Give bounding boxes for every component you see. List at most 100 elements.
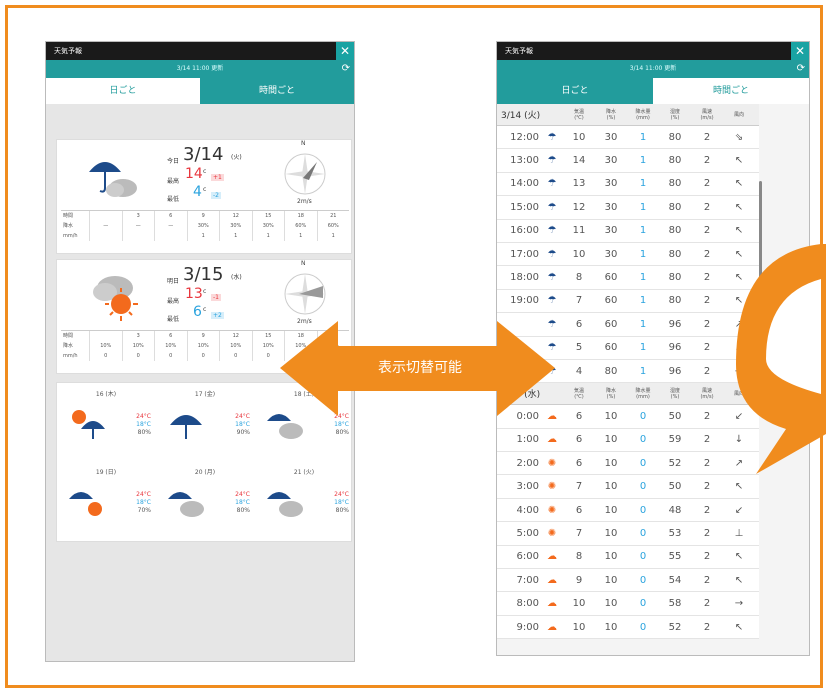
row-value: 80 <box>668 201 682 213</box>
wind-direction-icon: ⊥ <box>734 527 744 539</box>
row-value: 8 <box>575 272 583 284</box>
hour-cell: 18 <box>284 211 317 221</box>
sun-icon: ✺ <box>547 457 557 469</box>
row-time: 13:00 <box>510 155 539 167</box>
column-header: 気温 (℃) <box>563 109 595 121</box>
deg-c: c <box>203 168 207 175</box>
week-low: 18°C <box>235 421 250 428</box>
row-value: 7 <box>575 527 583 539</box>
row-value: 0 <box>639 481 647 493</box>
tab-daily[interactable]: 日ごと <box>497 78 653 104</box>
refresh-icon[interactable]: ⟳ <box>342 60 350 78</box>
column-header: 湿度 (%) <box>659 109 691 121</box>
rain-icon <box>170 415 202 439</box>
row-value: 59 <box>668 434 682 446</box>
row-value: 6 <box>575 434 583 446</box>
row-value: 2 <box>703 504 711 516</box>
row-time: 8:00 <box>516 598 539 610</box>
table-row: 6:00 ☁ 8 10 0 55 2 ↖ <box>497 545 759 570</box>
view-tabs: 日ごと 時間ごと <box>46 78 354 104</box>
row-time: 9:00 <box>516 621 539 633</box>
low-diff: -2 <box>211 192 221 199</box>
close-button[interactable]: ✕ <box>336 42 354 60</box>
rain-icon: ☂ <box>547 248 557 260</box>
row-value: 30 <box>604 178 618 190</box>
rain-icon: ☂ <box>547 178 557 190</box>
high-temp: 13 <box>185 286 203 302</box>
section-date: 3/14 (火) <box>501 111 541 121</box>
hour-cell: 6 <box>154 331 187 341</box>
row-value: 30 <box>604 155 618 167</box>
row-value: 4 <box>575 365 583 377</box>
column-header-line2: (%) <box>606 114 616 121</box>
row-value: 2 <box>703 248 711 260</box>
column-header: 湿度 (%) <box>659 388 691 400</box>
row-time: 4:00 <box>516 504 539 516</box>
high-diff: -1 <box>211 294 221 301</box>
row-value: 10 <box>604 621 618 633</box>
table-row: 19:00 ☂ 7 60 1 80 2 ↖ <box>497 289 759 314</box>
tab-hourly[interactable]: 時間ごと <box>200 78 354 104</box>
cloud-sun-icon: ☁ <box>547 434 557 446</box>
week-temps: 24°C 18°C 70% <box>136 491 151 515</box>
week-day: 17 (金) <box>194 391 216 398</box>
column-header-line2: (℃) <box>574 393 584 400</box>
table-row: 15:00 ☂ 12 30 1 80 2 ↖ <box>497 196 759 220</box>
unit-head: mm/h <box>63 353 78 359</box>
cloud-sun-icon: ☁ <box>547 621 557 633</box>
row-value: 80 <box>668 131 682 143</box>
rain-cell: 10% <box>219 341 252 351</box>
week-day-cell: 17 (金) 24°C 18°C 90% <box>156 383 254 457</box>
today-label: 今日 <box>167 158 180 165</box>
table-row: 3:00 ✺ 7 10 0 50 2 ↖ <box>497 475 759 499</box>
row-value: 2 <box>703 574 711 586</box>
hour-cell: 9 <box>186 331 220 341</box>
table-row: 7:00 ☁ 9 10 0 54 2 ↖ <box>497 569 759 593</box>
row-time: 2:00 <box>516 457 539 469</box>
wind-compass-icon <box>284 273 326 315</box>
unit-head: mm/h <box>63 233 78 239</box>
day-card-today: 今日 3/14 (火) 最高 14 c +1 最低 4 c -2 N 2m/s … <box>56 139 352 254</box>
row-value: 96 <box>668 318 682 330</box>
sun-icon: ✺ <box>547 504 557 516</box>
rain-cell: 10% <box>186 341 220 351</box>
hour-cell: 3 <box>121 211 155 221</box>
cloud-sun-icon: ☁ <box>547 598 557 610</box>
row-value: 10 <box>572 598 586 610</box>
wind-compass-icon <box>284 153 326 195</box>
high-temp: 14 <box>185 166 203 182</box>
low-temp: 4 <box>193 184 202 200</box>
week-high: 24°C <box>235 491 250 498</box>
row-value: 2 <box>703 527 711 539</box>
row-time: 16:00 <box>510 225 539 237</box>
tab-daily[interactable]: 日ごと <box>46 78 200 104</box>
rain-icon: ☂ <box>547 272 557 284</box>
row-value: 60 <box>604 342 618 354</box>
sun-cloud-icon <box>93 276 138 321</box>
refresh-icon[interactable]: ⟳ <box>797 60 805 78</box>
table-row: 1:00 ☁ 6 10 0 59 2 ↓ <box>497 428 759 453</box>
column-header: 降水量 (mm) <box>627 109 659 121</box>
wind-direction-icon: ↖ <box>734 551 744 563</box>
rain-cell: 10% <box>89 341 122 351</box>
tomorrow-label: 明日 <box>167 278 180 285</box>
wind-direction-icon: ↖ <box>734 201 744 213</box>
row-value: 2 <box>703 598 711 610</box>
week-day: 21 (火) <box>293 469 315 476</box>
week-temps: 24°C 18°C 80% <box>235 491 250 515</box>
sun-rain-icon <box>72 410 105 439</box>
row-value: 0 <box>639 434 647 446</box>
table-row: 16:00 ☂ 11 30 1 80 2 ↖ <box>497 219 759 243</box>
row-value: 10 <box>604 457 618 469</box>
row-value: 53 <box>668 527 682 539</box>
row-value: 2 <box>703 131 711 143</box>
table-row: 8:00 ☁ 10 10 0 58 2 → <box>497 592 759 616</box>
close-button[interactable]: ✕ <box>791 42 809 60</box>
week-day: 20 (月) <box>194 469 216 476</box>
mm-cell: 1 <box>316 231 350 241</box>
table-row: 17:00 ☂ 10 30 1 80 2 ↖ <box>497 242 759 267</box>
low-diff: +2 <box>211 312 224 319</box>
rain-cell: 10% <box>121 341 155 351</box>
update-time: 3/14 11:00 更新 <box>176 65 224 72</box>
tab-hourly[interactable]: 時間ごと <box>653 78 809 104</box>
